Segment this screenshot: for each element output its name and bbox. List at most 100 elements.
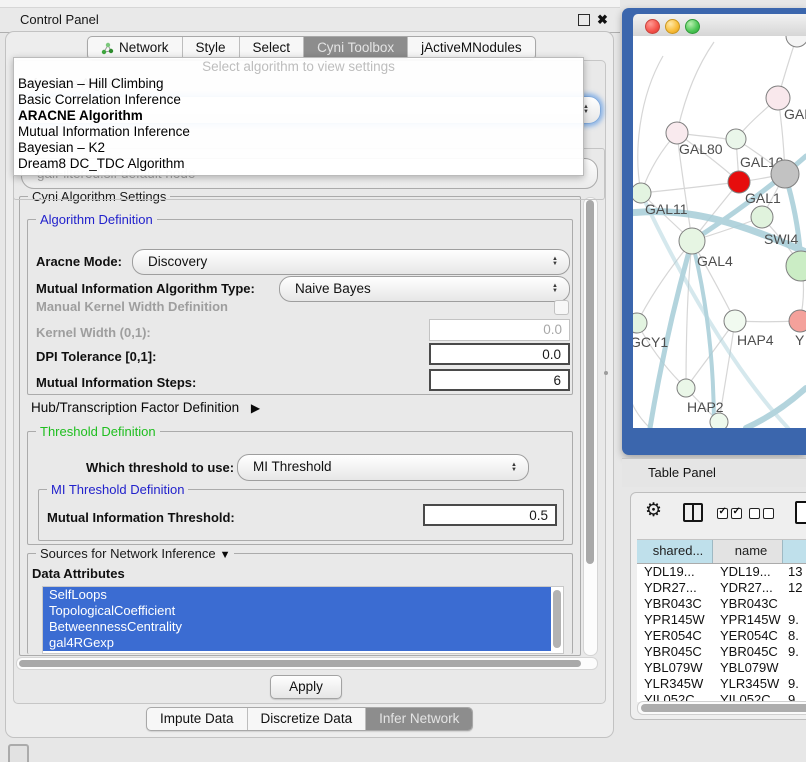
- data-attributes-list: SelfLoops TopologicalCoefficient Between…: [42, 586, 564, 654]
- minimize-window-icon[interactable]: [665, 19, 680, 34]
- tab-style[interactable]: Style: [182, 37, 239, 59]
- threshold-definition-title: Threshold Definition: [36, 424, 160, 439]
- attribute-item[interactable]: TopologicalCoefficient: [43, 603, 551, 619]
- attributes-scrollbar[interactable]: [553, 590, 561, 648]
- settings-vertical-scrollbar[interactable]: [583, 197, 598, 656]
- manual-kernel-checkbox[interactable]: [554, 300, 569, 315]
- top-strip: [0, 0, 620, 7]
- panel-splitter-handle[interactable]: [604, 371, 608, 375]
- aracne-mode-select[interactable]: Discovery ▲▼: [132, 249, 570, 275]
- table-row[interactable]: YBL079WYBL079W: [637, 660, 806, 676]
- network-node[interactable]: [771, 160, 799, 188]
- tab-select[interactable]: Select: [239, 37, 304, 59]
- tab-impute-data[interactable]: Impute Data: [147, 708, 247, 730]
- table-row[interactable]: YPR145WYPR145W9.: [637, 612, 806, 628]
- table-row[interactable]: YDR27...YDR27...12: [637, 580, 806, 596]
- tab-label: Style: [196, 37, 226, 59]
- zoom-window-icon[interactable]: [685, 19, 700, 34]
- scrollbar-thumb[interactable]: [19, 660, 581, 667]
- split-columns-icon[interactable]: [683, 503, 703, 522]
- close-panel-icon[interactable]: ✖: [597, 10, 608, 30]
- column-header-extra[interactable]: [783, 540, 806, 563]
- cyni-algorithm-settings-group: Cyni Algorithm Settings Algorithm Defini…: [19, 196, 581, 656]
- table-row[interactable]: YER054CYER054C8.: [637, 628, 806, 644]
- table-cell: YLR345W: [637, 676, 713, 692]
- settings-horizontal-scrollbar[interactable]: [16, 657, 598, 670]
- combo-arrows-icon: ▲▼: [552, 257, 558, 267]
- network-node[interactable]: [726, 129, 746, 149]
- network-node[interactable]: [633, 183, 651, 203]
- column-header-shared[interactable]: shared...: [637, 540, 713, 563]
- attribute-item[interactable]: gal4RGexp: [43, 635, 551, 651]
- table-cell: 9.: [783, 676, 806, 692]
- collapse-triangle-icon[interactable]: ▼: [220, 549, 231, 561]
- float-panel-icon[interactable]: [578, 14, 590, 26]
- network-node-label: SWI4: [764, 231, 798, 247]
- tab-infer-network[interactable]: Infer Network: [365, 708, 472, 730]
- select-all-checks-icon[interactable]: [717, 508, 742, 519]
- mi-threshold-field[interactable]: 0.5: [423, 504, 557, 526]
- which-threshold-select[interactable]: MI Threshold ▲▼: [237, 454, 529, 481]
- hub-definition-section[interactable]: Hub/Transcription Factor Definition ▶: [31, 400, 260, 415]
- algorithm-option[interactable]: Basic Correlation Inference: [14, 92, 583, 108]
- table-cell: YPR145W: [713, 612, 783, 628]
- column-header-name[interactable]: name: [713, 540, 783, 563]
- table-row[interactable]: YBR045CYBR045C9.: [637, 644, 806, 660]
- network-node[interactable]: [633, 313, 647, 333]
- network-node-label: GCY1: [633, 334, 668, 350]
- tab-label: Select: [253, 37, 291, 59]
- network-node[interactable]: [724, 310, 746, 332]
- table-row[interactable]: YDL19...YDL19...13: [637, 564, 806, 580]
- network-canvas[interactable]: GAL7GAL80GAL10GAL1GAL11SWI4GAL4GCY1HAP4Y…: [633, 36, 806, 428]
- network-node[interactable]: [786, 251, 806, 281]
- tab-jactivemnodules[interactable]: jActiveMNodules: [407, 37, 535, 59]
- expand-triangle-icon[interactable]: ▶: [251, 401, 260, 415]
- table-panel-titlebar: Table Panel: [622, 458, 806, 487]
- scrollbar-thumb[interactable]: [641, 704, 806, 712]
- sources-group: Sources for Network Inference▼ Data Attr…: [27, 553, 573, 654]
- table-cell: YBR043C: [713, 596, 783, 612]
- apply-button[interactable]: Apply: [270, 675, 342, 699]
- network-node[interactable]: [751, 206, 773, 228]
- algorithm-option[interactable]: Mutual Information Inference: [14, 124, 583, 140]
- app-screen: Control Panel ✖ Network Style Select Cyn…: [0, 0, 806, 762]
- deselect-all-checks-icon[interactable]: [749, 508, 774, 519]
- algorithm-option[interactable]: Bayesian – Hill Climbing: [14, 76, 583, 92]
- table-row[interactable]: YBR043CYBR043C: [637, 596, 806, 612]
- sources-title-text: Sources for Network Inference: [40, 546, 216, 561]
- tab-network[interactable]: Network: [88, 37, 182, 59]
- network-view-window[interactable]: GAL7GAL80GAL10GAL1GAL11SWI4GAL4GCY1HAP4Y…: [622, 8, 806, 455]
- mi-type-value: Naive Bayes: [295, 277, 371, 301]
- data-attributes-label: Data Attributes: [32, 566, 125, 581]
- algorithm-option-selected[interactable]: ARACNE Algorithm: [14, 108, 583, 124]
- document-icon[interactable]: [795, 501, 806, 524]
- network-node[interactable]: [789, 310, 806, 332]
- kernel-width-field[interactable]: 0.0: [429, 319, 570, 341]
- network-node[interactable]: [710, 413, 728, 428]
- algorithm-definition-title: Algorithm Definition: [36, 212, 157, 227]
- mi-algorithm-type-select[interactable]: Naive Bayes ▲▼: [279, 276, 570, 302]
- attribute-item[interactable]: BetweennessCentrality: [43, 619, 551, 635]
- network-node[interactable]: [679, 228, 705, 254]
- network-window-titlebar[interactable]: [633, 14, 806, 37]
- tab-discretize-data[interactable]: Discretize Data: [247, 708, 366, 730]
- mi-steps-field[interactable]: 6: [429, 369, 570, 391]
- algorithm-option[interactable]: Bayesian – K2: [14, 140, 583, 156]
- table-horizontal-scrollbar[interactable]: [637, 701, 806, 715]
- network-node-label: GAL1: [745, 190, 781, 206]
- scrollbar-thumb[interactable]: [586, 200, 594, 564]
- panel-title: Control Panel: [20, 8, 99, 31]
- gear-icon[interactable]: ⚙: [645, 499, 662, 522]
- tab-label: Discretize Data: [261, 708, 353, 730]
- close-window-icon[interactable]: [645, 19, 660, 34]
- aracne-mode-label: Aracne Mode:: [36, 254, 122, 269]
- algorithm-option[interactable]: Dream8 DC_TDC Algorithm: [14, 156, 583, 172]
- minimized-panel-icon[interactable]: [8, 744, 29, 762]
- tab-cyni-toolbox[interactable]: Cyni Toolbox: [303, 37, 407, 59]
- dpi-tolerance-field[interactable]: 0.0: [429, 343, 570, 365]
- attribute-item[interactable]: SelfLoops: [43, 587, 551, 603]
- network-node[interactable]: [786, 36, 806, 47]
- network-node[interactable]: [677, 379, 695, 397]
- table-row[interactable]: YLR345WYLR345W9.: [637, 676, 806, 692]
- network-icon: [101, 42, 114, 55]
